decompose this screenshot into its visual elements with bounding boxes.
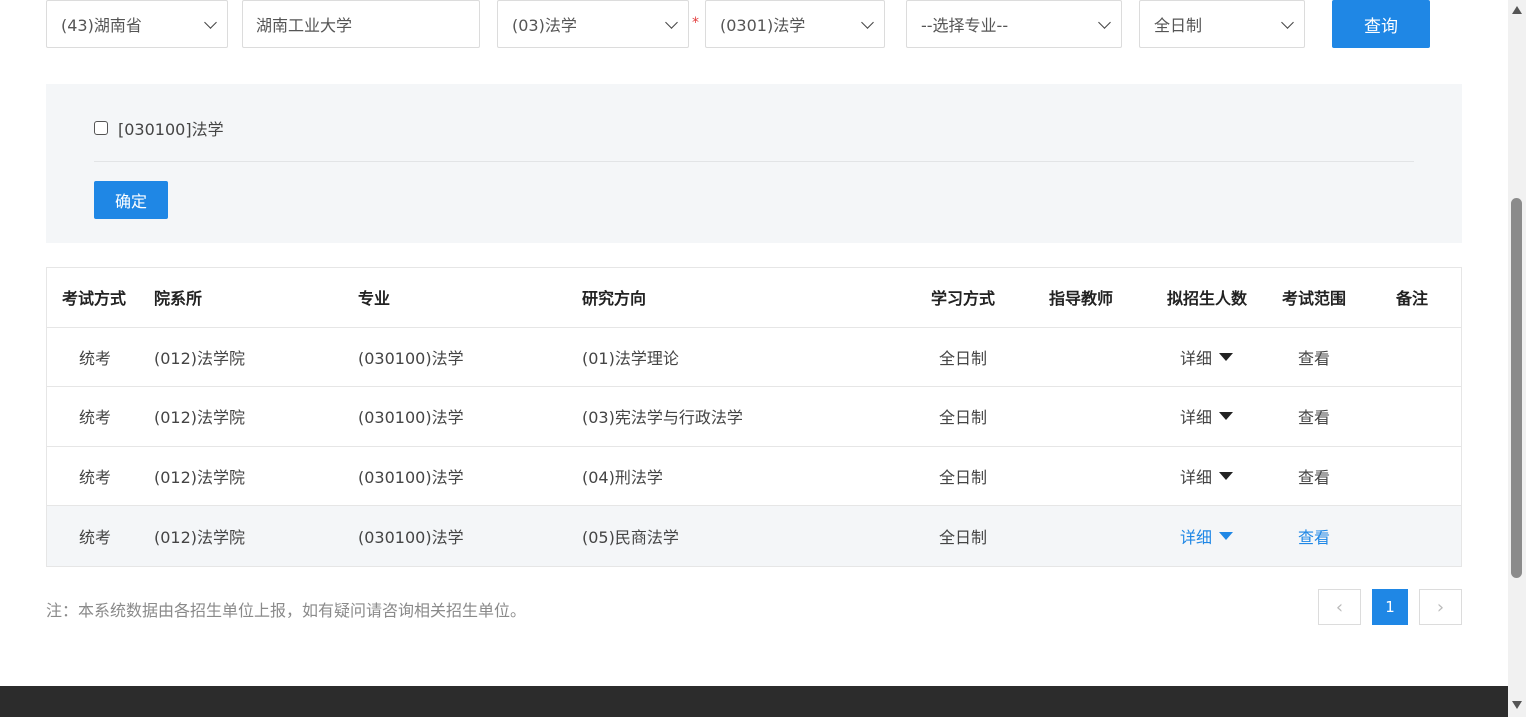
quota-details-toggle[interactable]: 详细 [1180, 447, 1234, 506]
table-row: 统考 (012)法学院 (030100)法学 (03)宪法学与行政法学 全日制 … [47, 387, 1461, 447]
cell-department: (012)法学院 [154, 408, 246, 428]
required-mark: * [692, 15, 699, 31]
header-research-direction: 研究方向 [582, 289, 647, 309]
scroll-down-arrow-icon[interactable] [1512, 701, 1522, 709]
major-checkbox-label: [030100]法学 [118, 120, 224, 139]
quota-details-toggle[interactable]: 详细 [1180, 387, 1234, 446]
cell-study-mode: 全日制 [939, 348, 988, 368]
school-input[interactable]: 湖南工业大学 [242, 0, 480, 48]
filter-bar: (43)湖南省 湖南工业大学 (03)法学 * (0301)法学 --选择专业-… [0, 0, 1508, 60]
major-checkbox[interactable] [94, 121, 108, 135]
province-select-value: (43)湖南省 [61, 16, 142, 35]
caret-down-icon [1219, 532, 1234, 541]
major-checkbox-row[interactable]: [030100]法学 [94, 116, 224, 140]
header-department: 院系所 [154, 289, 203, 309]
exam-scope-view-link[interactable]: 查看 [1298, 387, 1330, 446]
province-select[interactable]: (43)湖南省 [46, 0, 228, 48]
pagination-prev-button[interactable]: ‹ [1318, 589, 1361, 625]
pagination-next-button[interactable]: › [1419, 589, 1462, 625]
study-mode-select-value: 全日制 [1154, 16, 1203, 35]
cell-research-direction: (04)刑法学 [582, 468, 663, 488]
major-select-value: --选择专业-- [921, 16, 1009, 35]
discipline-select[interactable]: (0301)法学 [705, 0, 885, 48]
quota-details-label: 详细 [1180, 468, 1213, 488]
header-exam-method: 考试方式 [62, 289, 127, 309]
header-major: 专业 [358, 289, 391, 309]
scroll-up-arrow-icon[interactable] [1512, 6, 1522, 14]
caret-down-icon [1219, 412, 1234, 421]
cell-study-mode: 全日制 [939, 408, 988, 428]
cell-department: (012)法学院 [154, 528, 246, 548]
chevron-down-icon [1281, 16, 1294, 29]
quota-details-label: 详细 [1180, 528, 1213, 548]
disclaimer-note: 注：本系统数据由各招生单位上报，如有疑问请咨询相关招生单位。 [46, 601, 527, 620]
exam-scope-view-link[interactable]: 查看 [1298, 506, 1330, 566]
cell-exam-method: 统考 [79, 348, 112, 368]
study-mode-select[interactable]: 全日制 [1139, 0, 1305, 48]
quota-details-label: 详细 [1180, 408, 1213, 428]
chevron-down-icon [861, 16, 874, 29]
header-study-mode: 学习方式 [931, 289, 996, 309]
caret-down-icon [1219, 472, 1234, 481]
quota-details-label: 详细 [1180, 348, 1213, 368]
page-footer [0, 686, 1508, 717]
chevron-down-icon [1098, 16, 1111, 29]
quota-details-toggle[interactable]: 详细 [1180, 328, 1234, 387]
school-input-value: 湖南工业大学 [256, 16, 353, 35]
results-table: 考试方式 院系所 专业 研究方向 学习方式 指导教师 拟招生人数 考试范围 备注… [46, 267, 1462, 567]
table-row: 统考 (012)法学院 (030100)法学 (04)刑法学 全日制 详细 查看 [47, 447, 1461, 507]
cell-major: (030100)法学 [358, 348, 464, 368]
divider [94, 161, 1414, 162]
table-row: 统考 (012)法学院 (030100)法学 (05)民商法学 全日制 详细 查… [47, 506, 1461, 566]
table-header-row: 考试方式 院系所 专业 研究方向 学习方式 指导教师 拟招生人数 考试范围 备注 [47, 268, 1461, 328]
vertical-scrollbar[interactable] [1508, 0, 1526, 717]
discipline-category-select[interactable]: (03)法学 [497, 0, 689, 48]
scrollbar-thumb[interactable] [1511, 198, 1522, 578]
cell-department: (012)法学院 [154, 468, 246, 488]
header-remarks: 备注 [1396, 289, 1429, 309]
pagination-page-1[interactable]: 1 [1372, 589, 1408, 625]
exam-scope-view-link[interactable]: 查看 [1298, 447, 1330, 506]
chevron-down-icon [204, 16, 217, 29]
exam-scope-view-link[interactable]: 查看 [1298, 328, 1330, 387]
chevron-down-icon [665, 16, 678, 29]
discipline-select-value: (0301)法学 [720, 16, 806, 35]
cell-major: (030100)法学 [358, 528, 464, 548]
cell-research-direction: (01)法学理论 [582, 348, 679, 368]
query-button[interactable]: 查询 [1332, 0, 1430, 48]
cell-exam-method: 统考 [79, 528, 112, 548]
cell-study-mode: 全日制 [939, 528, 988, 548]
discipline-category-value: (03)法学 [512, 16, 577, 35]
table-row: 统考 (012)法学院 (030100)法学 (01)法学理论 全日制 详细 查… [47, 328, 1461, 388]
cell-study-mode: 全日制 [939, 468, 988, 488]
cell-major: (030100)法学 [358, 408, 464, 428]
cell-exam-method: 统考 [79, 408, 112, 428]
cell-department: (012)法学院 [154, 348, 246, 368]
cell-exam-method: 统考 [79, 468, 112, 488]
major-select-panel: [030100]法学 确定 [46, 84, 1462, 243]
header-exam-scope: 考试范围 [1282, 289, 1347, 309]
caret-down-icon [1219, 352, 1234, 361]
quota-details-toggle[interactable]: 详细 [1180, 506, 1234, 566]
cell-major: (030100)法学 [358, 468, 464, 488]
confirm-button[interactable]: 确定 [94, 181, 168, 219]
major-select[interactable]: --选择专业-- [906, 0, 1122, 48]
header-advisor: 指导教师 [1049, 289, 1114, 309]
cell-research-direction: (05)民商法学 [582, 528, 679, 548]
header-enrollment-quota: 拟招生人数 [1167, 289, 1248, 309]
cell-research-direction: (03)宪法学与行政法学 [582, 408, 743, 428]
